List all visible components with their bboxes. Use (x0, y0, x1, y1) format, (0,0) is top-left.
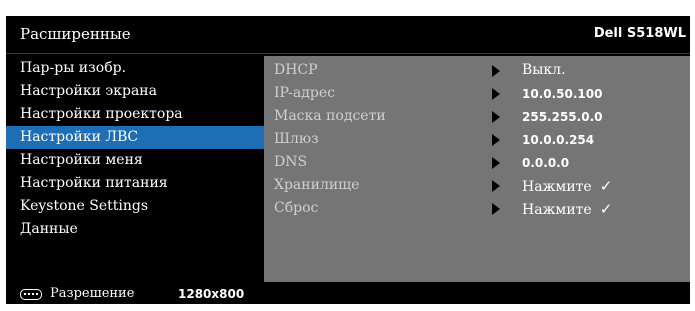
triangle-right-icon (492, 203, 500, 215)
setting-label: DNS (274, 154, 308, 170)
main-menu: Пар-ры изобр. Настройки экрана Настройки… (6, 56, 264, 282)
setting-row-ip-address[interactable]: IP-адрес 10.0.50.100 (264, 82, 690, 105)
triangle-right-icon (492, 65, 500, 77)
menu-item-label: Настройки питания (20, 175, 168, 191)
menu-item-label: Настройки ЛВС (20, 129, 139, 145)
setting-label: Хранилище (274, 177, 360, 193)
setting-value-wrap: Нажмите ✓ (522, 177, 612, 195)
triangle-right-icon (492, 157, 500, 169)
setting-value: 0.0.0.0 (522, 156, 570, 170)
menu-item-label: Пар-ры изобр. (20, 60, 127, 76)
menu-item-display[interactable]: Настройки экрана (6, 80, 264, 103)
menu-item-picture[interactable]: Пар-ры изобр. (6, 57, 264, 80)
check-icon: ✓ (599, 177, 613, 195)
setting-row-reset[interactable]: Сброс Нажмите ✓ (264, 197, 690, 220)
triangle-right-icon (492, 134, 500, 146)
menu-item-label: Настройки проектора (20, 106, 183, 122)
check-icon: ✓ (599, 200, 613, 218)
osd-header: Расширенные Dell S518WL (6, 16, 690, 54)
triangle-right-icon (492, 111, 500, 123)
setting-row-store[interactable]: Хранилище Нажмите ✓ (264, 174, 690, 197)
menu-item-menu[interactable]: Настройки меня (6, 149, 264, 172)
lan-settings-panel: DHCP Выкл. IP-адрес 10.0.50.100 Маска по… (264, 56, 690, 282)
setting-value: Нажмите (522, 179, 592, 195)
menu-item-info[interactable]: Данные (6, 218, 264, 241)
keyboard-icon (20, 289, 42, 300)
menu-item-label: Настройки меня (20, 152, 143, 168)
setting-label: Шлюз (274, 131, 319, 147)
triangle-right-icon (492, 180, 500, 192)
setting-row-dns[interactable]: DNS 0.0.0.0 (264, 151, 690, 174)
menu-item-label: Настройки экрана (20, 83, 157, 99)
menu-item-power[interactable]: Настройки питания (6, 172, 264, 195)
menu-item-label: Keystone Settings (20, 198, 149, 214)
menu-item-label: Данные (20, 221, 78, 237)
setting-label: IP-адрес (274, 85, 335, 101)
setting-row-gateway[interactable]: Шлюз 10.0.0.254 (264, 128, 690, 151)
triangle-right-icon (492, 88, 500, 100)
status-bar: Разрешение 1280x800 (6, 284, 690, 304)
setting-value: 255.255.0.0 (522, 110, 603, 124)
resolution-label: Разрешение (50, 286, 135, 301)
setting-label: DHCP (274, 62, 318, 78)
setting-row-subnet-mask[interactable]: Маска подсети 255.255.0.0 (264, 105, 690, 128)
osd-menu: Расширенные Dell S518WL Пар-ры изобр. На… (6, 16, 690, 304)
setting-label: Маска подсети (274, 108, 386, 124)
setting-value: 10.0.50.100 (522, 87, 603, 101)
setting-value: Выкл. (522, 62, 566, 78)
setting-value: Нажмите (522, 202, 592, 218)
menu-title: Расширенные (20, 25, 131, 43)
menu-item-lan[interactable]: Настройки ЛВС (6, 126, 264, 149)
setting-value: 10.0.0.254 (522, 133, 595, 147)
menu-item-projector[interactable]: Настройки проектора (6, 103, 264, 126)
setting-value-wrap: Нажмите ✓ (522, 200, 612, 218)
setting-label: Сброс (274, 200, 319, 216)
screen: Расширенные Dell S518WL Пар-ры изобр. На… (0, 0, 695, 311)
menu-item-keystone[interactable]: Keystone Settings (6, 195, 264, 218)
resolution-value: 1280x800 (178, 287, 245, 301)
setting-row-dhcp[interactable]: DHCP Выкл. (264, 59, 690, 82)
model-name: Dell S518WL (593, 26, 686, 41)
